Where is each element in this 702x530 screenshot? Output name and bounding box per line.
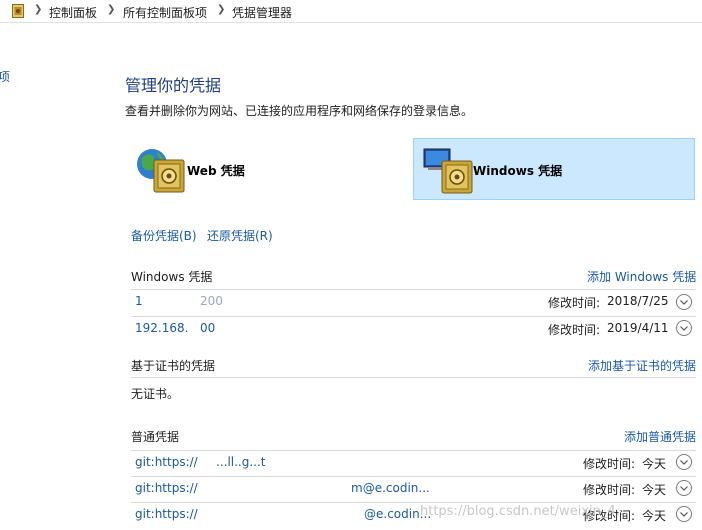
windows-section-heading: Windows 凭据 <box>131 270 213 284</box>
modified-label: 修改时间: <box>583 483 636 497</box>
web-credentials-label: Web 凭据 <box>187 164 245 178</box>
breadcrumb-separator-icon: ❯ <box>34 4 43 15</box>
modified-date: 今天 <box>642 457 667 471</box>
web-credentials-tile[interactable]: Web 凭据 <box>128 138 400 200</box>
modified-date: 今天 <box>642 509 667 523</box>
credential-name: 192.168. <box>135 321 189 335</box>
windows-credentials-label: Windows 凭据 <box>473 164 563 178</box>
breadcrumb-credential-manager[interactable]: 凭据管理器 <box>232 4 292 21</box>
windows-credentials-tile[interactable]: Windows 凭据 <box>413 138 695 200</box>
generic-section-heading: 普通凭据 <box>131 430 180 444</box>
control-panel-icon <box>12 4 24 18</box>
expand-chevron-icon[interactable] <box>676 480 692 496</box>
page-title: 管理你的凭据 <box>125 76 222 95</box>
add-cert-credential-link[interactable]: 添加基于证书的凭据 <box>588 357 696 374</box>
page-description: 查看并删除你为网站、已连接的应用程序和网络保存的登录信息。 <box>125 104 474 118</box>
add-windows-credential-link[interactable]: 添加 Windows 凭据 <box>587 268 696 285</box>
windows-credential-vault-icon <box>423 148 473 194</box>
breadcrumb-separator-icon: ❯ <box>107 4 116 15</box>
credential-name-tail: m@e.codin... <box>351 481 430 495</box>
modified-label: 修改时间: <box>548 296 601 310</box>
breadcrumb-control-panel[interactable]: 控制面板 <box>49 4 97 21</box>
restore-credentials-link[interactable]: 还原凭据(R) <box>207 227 273 244</box>
modified-label: 修改时间: <box>548 323 601 337</box>
credential-name: 1 <box>135 294 143 308</box>
breadcrumb-separator-icon: ❯ <box>217 4 226 15</box>
breadcrumb-all-items[interactable]: 所有控制面板项 <box>123 4 207 21</box>
credential-name-tail: ...ll..g...t <box>216 455 266 469</box>
left-pane-link-cutoff[interactable]: 项 <box>0 68 10 85</box>
credential-name: git:https:// <box>135 481 198 495</box>
credential-name: git:https:// <box>135 507 198 521</box>
expand-chevron-icon[interactable] <box>676 294 692 310</box>
modified-date: 2018/7/25 <box>607 294 669 308</box>
modified-label: 修改时间: <box>583 457 636 471</box>
watermark-text: https://blog.csdn.net/weixin_4... <box>420 504 629 519</box>
cert-section-heading: 基于证书的凭据 <box>131 359 216 373</box>
expand-chevron-icon[interactable] <box>676 454 692 470</box>
divider <box>131 377 696 378</box>
backup-credentials-link[interactable]: 备份凭据(B) <box>131 227 197 244</box>
modified-date: 今天 <box>642 483 667 497</box>
expand-chevron-icon[interactable] <box>676 506 692 522</box>
credential-name-tail: 00 <box>200 321 216 335</box>
credential-name: git:https:// <box>135 455 198 469</box>
web-credential-vault-icon <box>137 149 185 193</box>
address-bar[interactable] <box>0 0 702 23</box>
expand-chevron-icon[interactable] <box>676 320 692 336</box>
add-generic-credential-link[interactable]: 添加普通凭据 <box>624 428 696 445</box>
no-certificates-text: 无证书。 <box>131 387 180 401</box>
modified-date: 2019/4/11 <box>607 321 669 335</box>
credential-name-tail: 200 <box>200 294 223 308</box>
